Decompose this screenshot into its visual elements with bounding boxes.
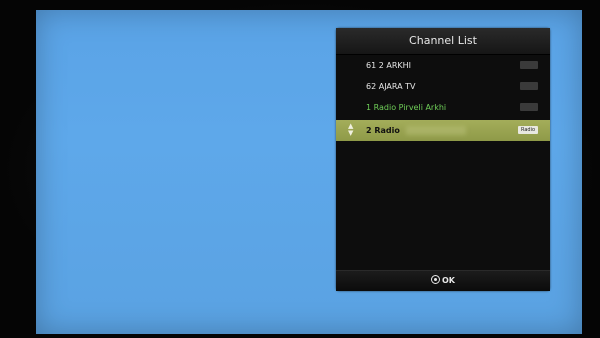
up-down-arrows-icon: ▲ ▼ xyxy=(348,123,353,137)
ok-button-icon xyxy=(431,275,440,284)
channel-type-badge xyxy=(520,61,538,69)
arrow-down-icon: ▼ xyxy=(348,129,354,137)
channel-type-badge xyxy=(520,103,538,111)
channel-item[interactable]: 61 2 ARKHI xyxy=(336,55,550,76)
channel-name: 62 AJARA TV xyxy=(366,82,416,91)
panel-title: Channel List xyxy=(336,28,550,55)
channel-list: 61 2 ARKHI 62 AJARA TV 1 Radio Pirveli A… xyxy=(336,55,550,141)
channel-item-selected[interactable]: ▲ ▼ 2 Radio Radio xyxy=(336,120,550,141)
channel-item[interactable]: 1 Radio Pirveli Arkhi xyxy=(336,97,550,118)
tv-bezel: Channel List 61 2 ARKHI 62 AJARA TV 1 Ra… xyxy=(0,0,600,338)
channel-item[interactable]: 62 AJARA TV xyxy=(336,76,550,97)
channel-name: 1 Radio Pirveli Arkhi xyxy=(366,103,447,112)
channel-type-badge xyxy=(520,82,538,90)
row-blur xyxy=(406,126,466,135)
channel-type-badge: Radio xyxy=(518,126,538,134)
panel-footer: OK xyxy=(336,270,550,291)
tv-screen: Channel List 61 2 ARKHI 62 AJARA TV 1 Ra… xyxy=(36,10,582,334)
channel-list-panel: Channel List 61 2 ARKHI 62 AJARA TV 1 Ra… xyxy=(336,28,550,291)
channel-name: 61 2 ARKHI xyxy=(366,61,412,70)
channel-name: 2 Radio xyxy=(366,126,400,135)
ok-label[interactable]: OK xyxy=(442,276,455,285)
